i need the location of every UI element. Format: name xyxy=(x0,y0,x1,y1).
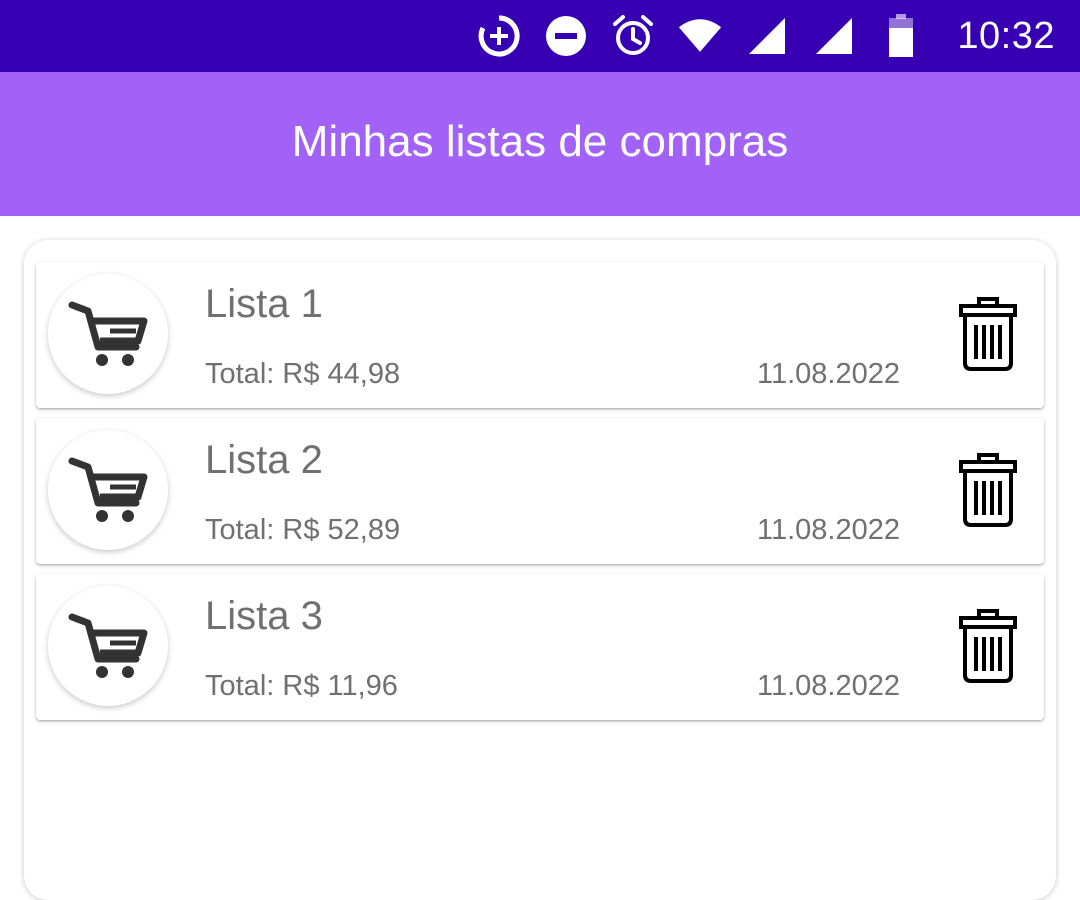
trash-icon xyxy=(959,297,1017,371)
list-item[interactable]: Lista 3 Total: R$ 11,96 11.08.2022 xyxy=(36,574,1044,720)
delete-button[interactable] xyxy=(956,294,1020,374)
list-name: Lista 1 xyxy=(205,282,323,326)
signal-icon xyxy=(812,14,856,58)
list-date: 11.08.2022 xyxy=(757,670,900,702)
list-date: 11.08.2022 xyxy=(757,514,900,546)
list-total: Total: R$ 44,98 xyxy=(205,358,401,390)
trash-icon xyxy=(959,453,1017,527)
app-bar: Minhas listas de compras xyxy=(0,72,1080,216)
shopping-cart-icon xyxy=(68,613,148,678)
list-name: Lista 2 xyxy=(205,438,323,482)
list-name: Lista 3 xyxy=(205,594,323,638)
avatar xyxy=(48,274,168,394)
list-item[interactable]: Lista 1 Total: R$ 44,98 11.08.2022 xyxy=(36,262,1044,408)
avatar xyxy=(48,586,168,706)
list-total: Total: R$ 52,89 xyxy=(205,514,401,546)
battery-icon xyxy=(879,14,923,58)
trash-icon xyxy=(959,609,1017,683)
delete-button[interactable] xyxy=(956,450,1020,530)
list-date: 11.08.2022 xyxy=(757,358,900,390)
page-title: Minhas listas de compras xyxy=(291,117,789,166)
delete-button[interactable] xyxy=(956,606,1020,686)
do-not-disturb-icon xyxy=(544,14,588,58)
status-time: 10:32 xyxy=(957,14,1055,57)
status-bar: 10:32 xyxy=(0,0,1080,72)
wifi-icon xyxy=(678,14,722,58)
signal-icon xyxy=(745,14,789,58)
lists-card: Lista 1 Total: R$ 44,98 11.08.2022 Lista… xyxy=(24,240,1056,900)
list-total: Total: R$ 11,96 xyxy=(205,670,398,702)
data-saver-icon xyxy=(477,14,521,58)
shopping-cart-icon xyxy=(68,457,148,522)
status-icons: 10:32 xyxy=(454,0,1055,72)
avatar xyxy=(48,430,168,550)
alarm-icon xyxy=(611,14,655,58)
shopping-cart-icon xyxy=(68,301,148,366)
list-item[interactable]: Lista 2 Total: R$ 52,89 11.08.2022 xyxy=(36,418,1044,564)
